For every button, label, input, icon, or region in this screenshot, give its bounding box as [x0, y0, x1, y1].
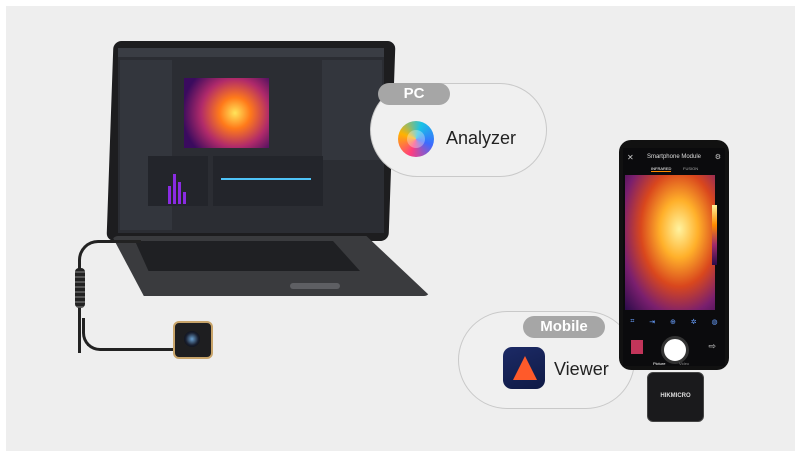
histogram-chart — [148, 156, 208, 206]
laptop-trackpad-edge — [290, 283, 340, 289]
measure-icon[interactable]: ⌗ — [630, 318, 634, 330]
thermal-camera-module — [173, 321, 213, 359]
temperature-line-chart — [213, 156, 323, 206]
mobile-tag: Mobile — [523, 316, 605, 338]
mode-picture[interactable]: Picture — [653, 361, 665, 366]
shutter-button[interactable] — [661, 336, 689, 364]
phone-app-title: Smartphone Module — [646, 154, 702, 160]
pc-tag: PC — [378, 83, 450, 105]
analyzer-screen — [118, 48, 384, 233]
gallery-thumbnail[interactable] — [631, 340, 643, 354]
smartphone-thermal-module: HIKMICRO — [647, 372, 704, 422]
laptop-keyboard — [135, 241, 360, 271]
viewer-label: Viewer — [554, 359, 609, 379]
temperature-scale — [712, 205, 717, 265]
usb-cable-lower — [82, 318, 175, 351]
gear-icon[interactable]: ⚙ — [715, 153, 721, 161]
analyzer-app-icon — [398, 121, 434, 157]
app-menubar — [118, 48, 384, 57]
target-icon[interactable]: ⊕ — [670, 318, 676, 330]
import-icon[interactable]: ⇥ — [649, 318, 655, 330]
mode-video[interactable]: Video — [679, 361, 689, 366]
viewer-app-icon — [503, 347, 545, 389]
module-logo: HIKMICRO — [660, 393, 691, 399]
phone-toolbar: ⌗ ⇥ ⊕ ✲ ◍ — [623, 318, 725, 330]
globe-icon[interactable]: ◍ — [711, 318, 717, 330]
coiled-cable — [75, 268, 85, 308]
analyzer-label: Analyzer — [446, 128, 517, 148]
tab-infrared[interactable]: INFRARED — [651, 166, 672, 172]
phone-screen: ✕ Smartphone Module ⚙ INFRARED FUSION ⌗ … — [623, 148, 725, 366]
thermal-image-preview — [184, 78, 269, 148]
phone-thermal-view — [625, 175, 715, 310]
exit-icon[interactable]: ⇨ — [708, 341, 716, 352]
tab-fusion[interactable]: FUSION — [683, 166, 698, 171]
sun-icon[interactable]: ✲ — [691, 318, 697, 330]
